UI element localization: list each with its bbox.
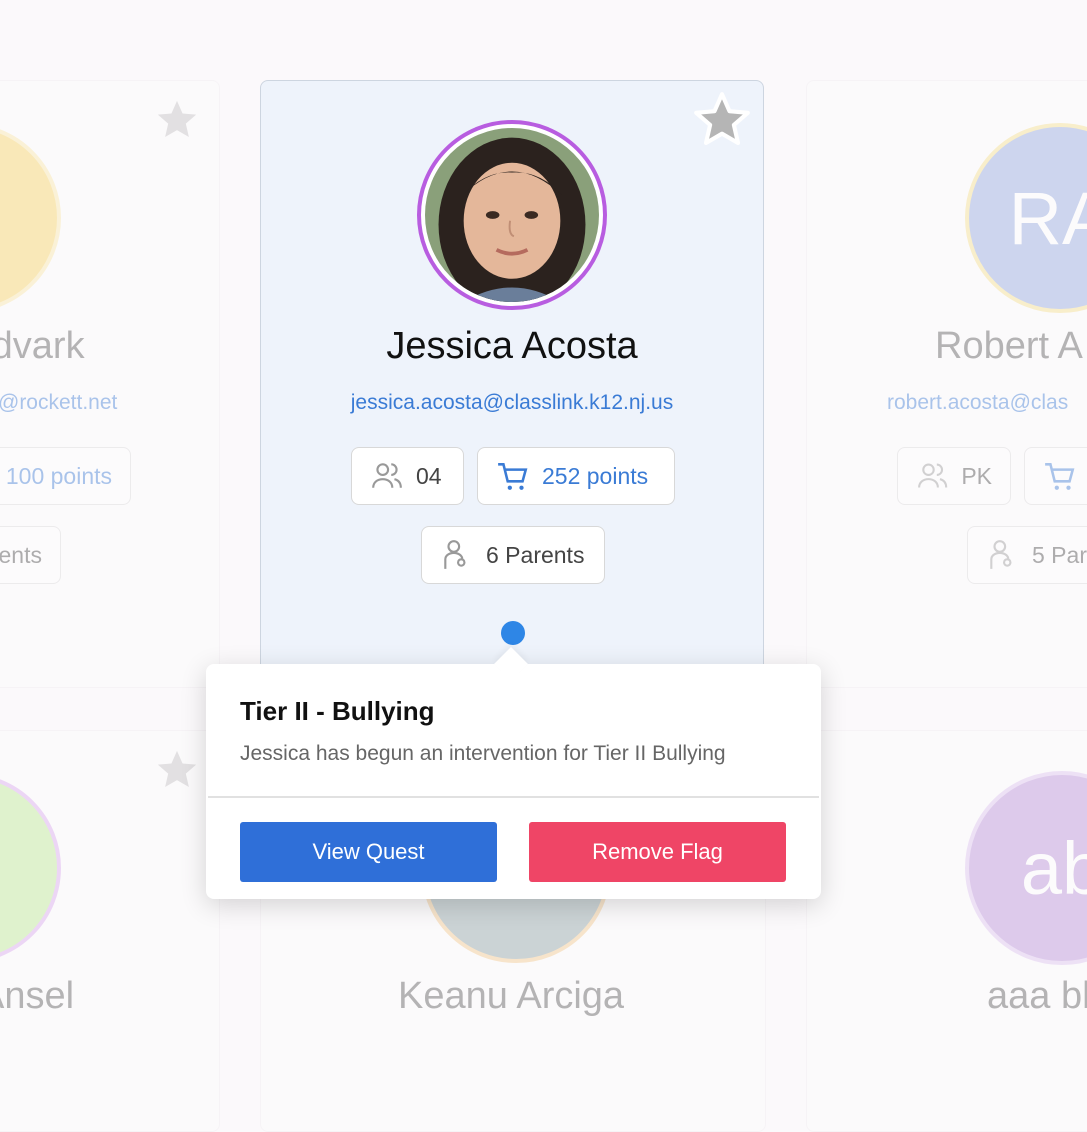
avatar-initials: RA bbox=[1008, 176, 1087, 260]
cart-icon bbox=[1045, 463, 1075, 490]
popover-body: Jessica has begun an intervention for Ti… bbox=[240, 742, 726, 765]
student-email[interactable]: robert.acosta@clas bbox=[887, 391, 1068, 415]
favorite-star-icon[interactable] bbox=[691, 89, 753, 151]
student-name: Jessica Acosta bbox=[386, 325, 638, 367]
student-email[interactable]: @rockett.net bbox=[0, 391, 117, 415]
student-name: Keanu Arciga bbox=[398, 975, 625, 1017]
points-label: 252 points bbox=[542, 462, 649, 489]
student-card-right-bottom[interactable]: ab aaa bl bbox=[806, 730, 1087, 1132]
favorite-star-icon[interactable] bbox=[154, 747, 200, 793]
student-card-right-top[interactable]: RA Robert A robert.acosta@clas PK 5 Pare bbox=[806, 80, 1087, 688]
student-name: Ansel bbox=[0, 975, 75, 1017]
student-avatar bbox=[417, 120, 607, 310]
remove-flag-button[interactable]: Remove Flag bbox=[529, 822, 786, 882]
grade-chip[interactable]: PK bbox=[897, 447, 1011, 505]
parents-icon bbox=[990, 540, 1012, 569]
student-name: rdvark bbox=[0, 325, 85, 367]
parents-label: ents bbox=[0, 541, 42, 568]
avatar-initials: ab bbox=[1020, 826, 1087, 910]
student-avatar: A bbox=[0, 123, 61, 313]
grade-chip[interactable]: 04 bbox=[351, 447, 464, 505]
student-avatar: ab bbox=[965, 771, 1087, 965]
student-photo bbox=[425, 128, 599, 302]
favorite-star-icon[interactable] bbox=[154, 97, 200, 143]
parents-icon bbox=[444, 540, 466, 569]
popover-divider bbox=[208, 796, 819, 798]
students-icon bbox=[918, 463, 948, 488]
avatar-photo bbox=[425, 128, 599, 302]
points-chip[interactable]: 252 points bbox=[477, 447, 675, 505]
points-label: 100 points bbox=[5, 462, 112, 489]
parents-label: 6 Parents bbox=[486, 541, 585, 568]
points-chip[interactable]: 100 points bbox=[0, 447, 131, 505]
student-avatar: A bbox=[0, 773, 61, 963]
popover-title: Tier II - Bullying bbox=[240, 696, 435, 726]
student-avatar: RA bbox=[965, 123, 1087, 313]
student-name: aaa bl bbox=[987, 975, 1087, 1017]
parents-chip[interactable]: 5 Pare bbox=[967, 526, 1087, 584]
student-card-left-bottom[interactable]: A Ansel bbox=[0, 730, 220, 1132]
view-quest-button[interactable]: View Quest bbox=[240, 822, 497, 882]
students-icon bbox=[372, 463, 402, 488]
points-chip[interactable] bbox=[1024, 447, 1087, 505]
parents-label: 5 Pare bbox=[1032, 541, 1087, 568]
grade-label: PK bbox=[961, 462, 992, 489]
flag-popover: Tier II - Bullying Jessica has begun an … bbox=[206, 647, 821, 899]
parents-chip[interactable]: ents bbox=[0, 526, 61, 584]
cart-icon bbox=[498, 463, 528, 490]
flag-indicator-dot[interactable] bbox=[501, 621, 525, 645]
student-name: Robert A bbox=[935, 325, 1083, 367]
grade-label: 04 bbox=[416, 462, 442, 489]
student-email[interactable]: jessica.acosta@classlink.k12.nj.us bbox=[261, 391, 763, 415]
student-card-jessica-acosta[interactable]: Jessica Acosta jessica.acosta@classlink.… bbox=[260, 80, 764, 710]
parents-chip[interactable]: 6 Parents bbox=[421, 526, 605, 584]
student-card-left-top[interactable]: A rdvark @rockett.net 100 points ents bbox=[0, 80, 220, 688]
